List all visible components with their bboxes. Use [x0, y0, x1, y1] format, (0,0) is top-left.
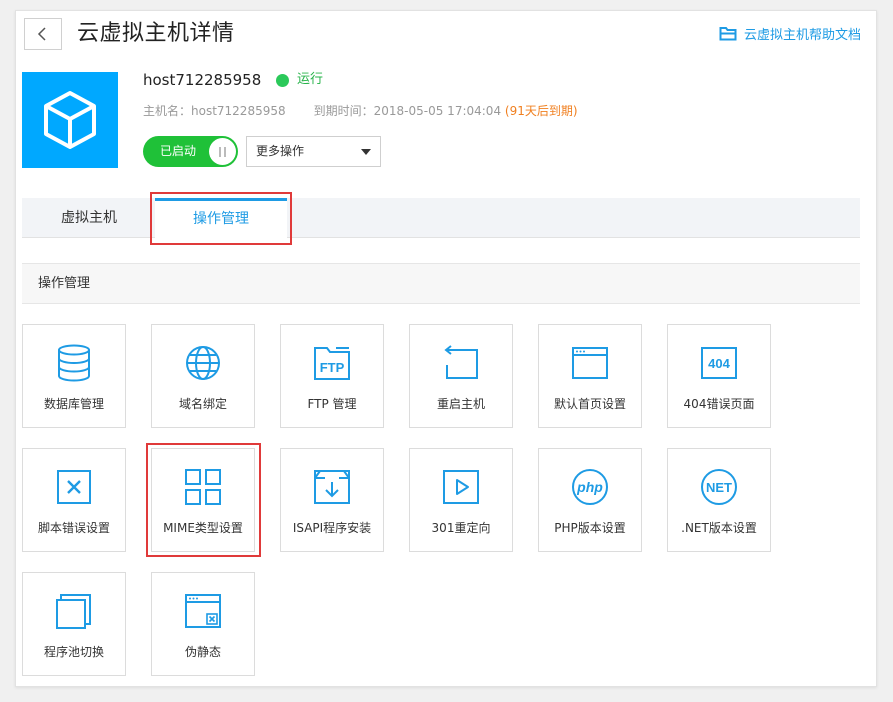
- tile-404-page[interactable]: 404 404错误页面: [667, 324, 771, 428]
- tab-bar: 虚拟主机 操作管理: [22, 198, 860, 239]
- expiry-note: (91天后到期): [504, 104, 578, 118]
- tile-label: 数据库管理: [43, 397, 104, 411]
- more-actions-select[interactable]: 更多操作: [246, 136, 381, 167]
- expiry-label: 到期时间：2018-05-05 17:04:04: [313, 104, 502, 118]
- tile-label: 301重定向: [431, 521, 491, 535]
- php-icon-text: php: [576, 479, 603, 495]
- tile-database[interactable]: 数据库管理: [22, 324, 126, 428]
- tile-label: PHP版本设置: [554, 521, 626, 535]
- tile-app-pool[interactable]: 程序池切换: [22, 572, 126, 676]
- tile-label: 域名绑定: [178, 397, 227, 411]
- tile-301-redirect[interactable]: 301重定向: [409, 448, 513, 552]
- more-actions-label: 更多操作: [256, 144, 305, 158]
- host-avatar: [22, 72, 118, 168]
- tile-restart-host[interactable]: 重启主机: [409, 324, 513, 428]
- tile-domain-binding[interactable]: 域名绑定: [151, 324, 255, 428]
- status-label: 运行: [297, 72, 324, 87]
- tile-label: 脚本错误设置: [37, 521, 110, 535]
- tile-label: 伪静态: [184, 645, 221, 659]
- ftp-folder-icon: FTP: [314, 347, 350, 380]
- tile-label: .NET版本设置: [681, 521, 757, 535]
- tile-label: 重启主机: [436, 397, 485, 411]
- error-404-icon: 404: [701, 347, 737, 379]
- tile-php-version[interactable]: php PHP版本设置: [538, 448, 642, 552]
- tile-default-homepage[interactable]: 默认首页设置: [538, 324, 642, 428]
- rewrite-window-icon: [185, 594, 221, 628]
- tile-label: MIME类型设置: [163, 521, 243, 535]
- tile-label: ISAPI程序安装: [292, 521, 372, 535]
- pause-icon: [209, 138, 236, 165]
- help-docs-link[interactable]: 云虚拟主机帮助文档: [719, 24, 861, 43]
- dotnet-icon: NET: [701, 469, 737, 505]
- dotnet-icon-text: NET: [706, 480, 732, 495]
- tile-label: 404错误页面: [683, 397, 755, 411]
- browser-window-icon: [572, 347, 608, 379]
- tile-label: FTP 管理: [307, 397, 357, 411]
- tile-url-rewrite[interactable]: 伪静态: [151, 572, 255, 676]
- host-name: host712285958: [143, 71, 262, 89]
- tab-virtual-host[interactable]: 虚拟主机: [59, 198, 119, 238]
- power-toggle[interactable]: 已启动: [143, 136, 238, 167]
- cube-icon: [44, 91, 96, 149]
- toggle-label: 已启动: [160, 144, 197, 158]
- help-docs-label: 云虚拟主机帮助文档: [743, 28, 861, 43]
- error-404-icon-text: 404: [708, 356, 730, 371]
- tile-script-error[interactable]: 脚本错误设置: [22, 448, 126, 552]
- install-box-icon: [314, 470, 350, 504]
- status-dot: [276, 73, 289, 87]
- tile-mime-type[interactable]: MIME类型设置: [151, 448, 255, 552]
- tile-label: 默认首页设置: [553, 397, 626, 411]
- hostname-label: 主机名：host712285958: [143, 104, 286, 118]
- folder-icon: [719, 27, 737, 41]
- script-error-icon: [57, 470, 91, 504]
- status-badge: 运行: [276, 71, 323, 89]
- caret-down-icon: [361, 149, 371, 155]
- globe-icon: [186, 346, 220, 380]
- app-pool-icon: [56, 594, 91, 629]
- section-title: 操作管理: [22, 263, 860, 304]
- tile-dotnet-version[interactable]: NET .NET版本设置: [667, 448, 771, 552]
- chevron-left-icon: [37, 27, 46, 41]
- tile-label: 程序池切换: [43, 645, 104, 659]
- tile-ftp[interactable]: FTP FTP 管理: [280, 324, 384, 428]
- database-icon: [58, 344, 90, 382]
- page-title: 云虚拟主机详情: [77, 21, 235, 46]
- grid-icon: [185, 469, 221, 505]
- php-icon: php: [572, 469, 608, 505]
- tile-isapi-install[interactable]: ISAPI程序安装: [280, 448, 384, 552]
- restart-icon: [444, 345, 478, 379]
- ftp-icon-text: FTP: [320, 360, 345, 375]
- redirect-play-icon: [443, 470, 479, 504]
- host-meta: 主机名：host712285958 到期时间：2018-05-05 17:04:0…: [143, 103, 578, 119]
- tab-operations[interactable]: 操作管理: [155, 198, 287, 239]
- back-button[interactable]: [24, 18, 62, 50]
